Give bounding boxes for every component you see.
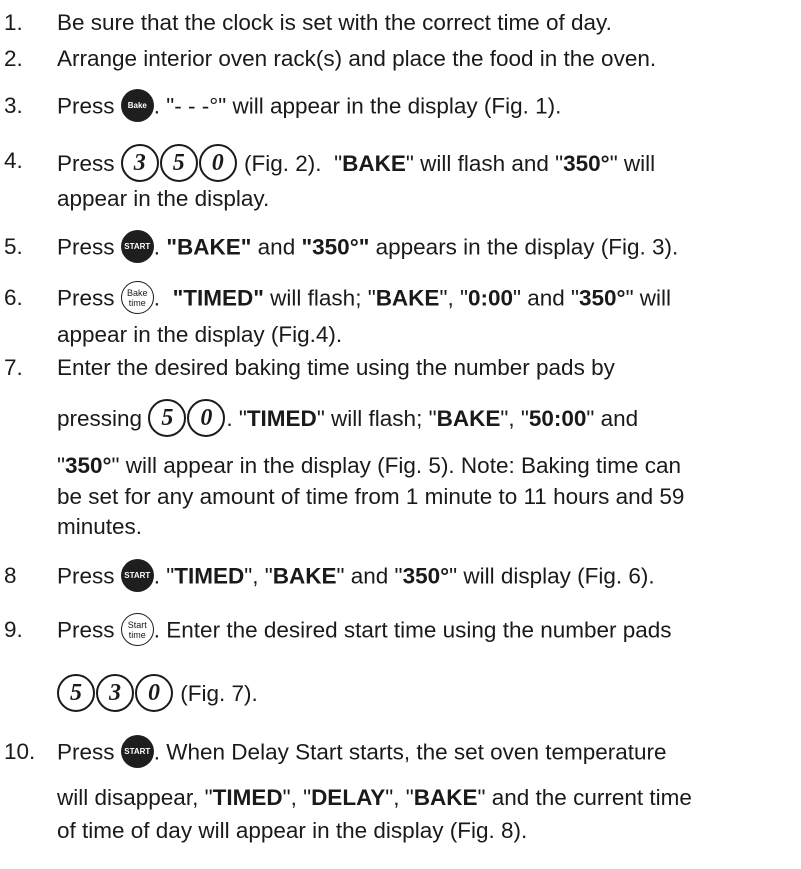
step-text: Enter the desired baking time using the … xyxy=(57,355,615,380)
step-text: Press Bake time. "TIMED" will flash; "BAK… xyxy=(57,281,671,316)
step-number: 8 xyxy=(4,563,17,588)
step-text-line2: will disappear, "TIMED", "DELAY", "BAKE"… xyxy=(57,785,692,810)
step-text: Press Start time. Enter the desired start… xyxy=(57,613,672,648)
step-text: Press START. "TIMED", "BAKE" and "350°" … xyxy=(57,559,655,594)
step-text-line2: appear in the display (Fig.4). xyxy=(57,322,343,347)
step-text: Press 350 (Fig. 2). "BAKE" will flash an… xyxy=(57,144,655,184)
step-text-line3: "350°" will appear in the display (Fig. … xyxy=(57,453,682,478)
keypad-0-icon: 0 xyxy=(135,674,173,712)
keypad-5-icon: 5 xyxy=(148,399,187,437)
step-text-line3: of time of day will appear in the displa… xyxy=(57,818,528,843)
step-text-line2: appear in the display. xyxy=(57,186,270,211)
step-text-line2: 530 (Fig. 7). xyxy=(57,674,258,714)
keypad-3-icon: 3 xyxy=(96,674,134,712)
step-number: 2. xyxy=(4,46,23,71)
step-text: Press Bake. "- - -°" will appear in the … xyxy=(57,89,561,124)
step-number: 3. xyxy=(4,93,23,118)
step-text-line2: pressing 50. "TIMED" will flash; "BAKE",… xyxy=(57,399,638,439)
step-text: Arrange interior oven rack(s) and place … xyxy=(57,46,657,71)
step-text: Press START. "BAKE" and "350°" appears i… xyxy=(57,230,678,265)
keypad-5-icon: 5 xyxy=(57,674,95,712)
step-text: Press START. When Delay Start starts, th… xyxy=(57,735,667,770)
keypad-3-icon: 3 xyxy=(120,144,159,182)
step-number: 4. xyxy=(4,148,23,173)
start-time-button-icon: Start time xyxy=(120,613,154,646)
step-number: 9. xyxy=(4,617,23,642)
step-number: 5. xyxy=(4,234,23,259)
keypad-0-icon: 0 xyxy=(187,399,226,437)
step-number: 1. xyxy=(4,10,23,35)
step-text: Be sure that the clock is set with the c… xyxy=(57,10,612,35)
bake-time-button-icon: Bake time xyxy=(120,281,154,314)
step-number: 7. xyxy=(4,355,23,380)
start-button-icon: START xyxy=(120,230,154,263)
step-number: 10. xyxy=(4,739,36,764)
start-button-icon: START xyxy=(120,735,154,768)
step-text-line4: be set for any amount of time from 1 min… xyxy=(57,484,685,509)
keypad-5-icon: 5 xyxy=(159,144,198,182)
step-number: 6. xyxy=(4,285,23,310)
start-button-icon: START xyxy=(120,559,154,592)
keypad-0-icon: 0 xyxy=(198,144,237,182)
bake-button-icon: Bake xyxy=(120,89,154,122)
step-text-line5: minutes. xyxy=(57,514,143,539)
